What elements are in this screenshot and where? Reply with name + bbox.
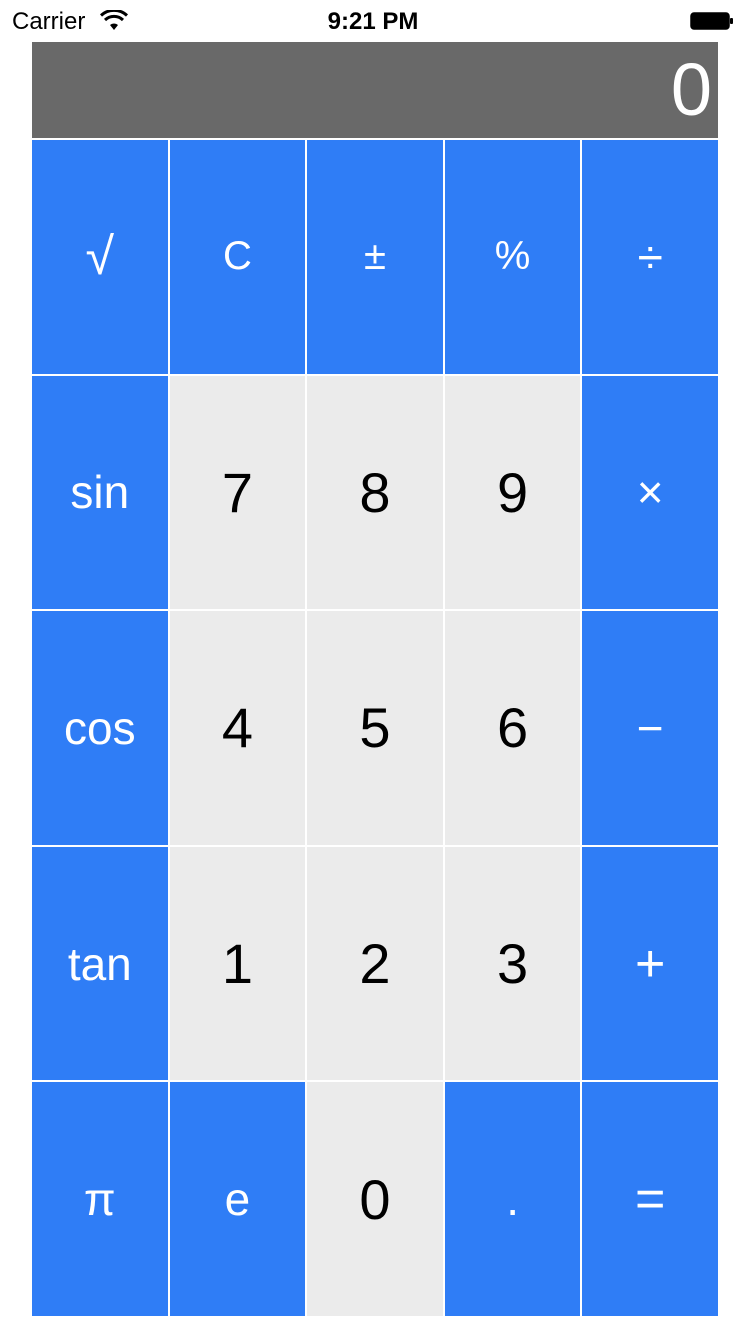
cos-button[interactable]: cos xyxy=(32,611,168,845)
plus-minus-button[interactable]: ± xyxy=(307,140,443,374)
subtract-button[interactable]: − xyxy=(582,611,718,845)
digit-4-button[interactable]: 4 xyxy=(169,611,306,845)
battery-icon xyxy=(690,12,733,30)
calculator-display: 0 xyxy=(32,42,718,138)
digit-3-button[interactable]: 3 xyxy=(444,846,581,1081)
digit-1-button[interactable]: 1 xyxy=(169,846,306,1081)
clear-button[interactable]: C xyxy=(169,140,306,374)
digit-2-button[interactable]: 2 xyxy=(307,846,443,1081)
add-button[interactable]: + xyxy=(582,846,718,1081)
digit-9-button[interactable]: 9 xyxy=(444,375,581,610)
display-value: 0 xyxy=(670,48,712,131)
equals-button[interactable]: = xyxy=(582,1082,718,1316)
sin-button[interactable]: sin xyxy=(32,375,168,610)
digit-0-button[interactable]: 0 xyxy=(307,1082,443,1316)
status-time: 9:21 PM xyxy=(327,8,419,35)
digit-7-button[interactable]: 7 xyxy=(169,375,306,610)
keypad: √ C ± % ÷ sin 7 8 9 × cos 4 5 6 − tan 1 … xyxy=(32,140,718,1316)
pi-button[interactable]: π xyxy=(32,1082,168,1316)
percent-button[interactable]: % xyxy=(444,140,581,374)
digit-5-button[interactable]: 5 xyxy=(307,611,443,845)
tan-button[interactable]: tan xyxy=(32,846,168,1081)
status-bar: Carrier 9:21 PM xyxy=(0,0,746,42)
multiply-button[interactable]: × xyxy=(582,375,718,610)
sqrt-button[interactable]: √ xyxy=(32,140,168,374)
decimal-button[interactable]: . xyxy=(444,1082,581,1316)
divide-button[interactable]: ÷ xyxy=(582,140,718,374)
digit-8-button[interactable]: 8 xyxy=(307,375,443,610)
digit-6-button[interactable]: 6 xyxy=(444,611,581,845)
e-button[interactable]: e xyxy=(169,1082,306,1316)
